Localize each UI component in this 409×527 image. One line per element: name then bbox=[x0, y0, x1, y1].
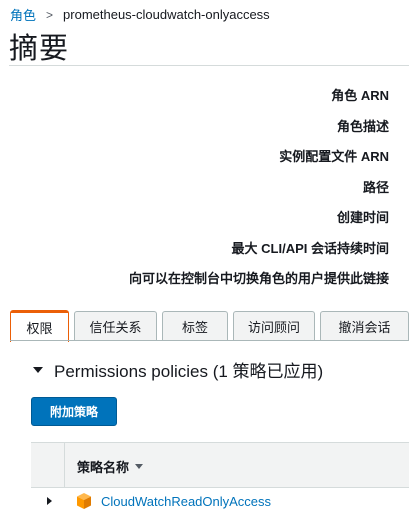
tab-tags[interactable]: 标签 bbox=[162, 311, 228, 341]
column-header-label: 策略名称 bbox=[77, 460, 130, 475]
breadcrumb-link-roles[interactable]: 角色 bbox=[10, 5, 36, 24]
summary-label-role-arn: 角色 ARN bbox=[331, 88, 389, 103]
tab-divider bbox=[10, 340, 409, 341]
breadcrumb: 角色 > prometheus-cloudwatch-onlyaccess bbox=[10, 5, 270, 24]
summary-label-path: 路径 bbox=[362, 179, 389, 195]
table-row: CloudWatchReadOnlyAccess bbox=[31, 488, 409, 516]
caret-down-icon bbox=[33, 366, 43, 373]
tab-permissions[interactable]: 权限 bbox=[10, 310, 69, 342]
column-header-policy-name[interactable]: 策略名称 bbox=[77, 457, 144, 476]
tab-revoke-sessions[interactable]: 撤消会话 bbox=[320, 311, 409, 341]
title-divider bbox=[9, 65, 409, 66]
policy-cube-icon bbox=[75, 492, 93, 515]
summary-section: 角色 ARN 角色描述 实例配置文件 ARN 路径 创建时间 最大 CLI/AP… bbox=[129, 86, 389, 300]
breadcrumb-current: prometheus-cloudwatch-onlyaccess bbox=[63, 7, 270, 22]
chevron-right-icon: > bbox=[46, 7, 54, 22]
attach-policy-button[interactable]: 附加策略 bbox=[31, 397, 117, 426]
permissions-policies-title: Permissions policies (1 策略已应用) bbox=[54, 362, 324, 381]
page-title: 摘要 bbox=[9, 33, 70, 65]
policy-name-link[interactable]: CloudWatchReadOnlyAccess bbox=[101, 494, 271, 509]
summary-label-creation-time: 创建时间 bbox=[336, 210, 389, 225]
policies-table-header: 策略名称 bbox=[31, 442, 409, 488]
tab-bar: 权限 信任关系 标签 访问顾问 撤消会话 bbox=[10, 310, 409, 342]
expand-row-icon[interactable] bbox=[47, 497, 52, 505]
permissions-policies-toggle[interactable]: Permissions policies (1 策略已应用) bbox=[33, 357, 323, 382]
column-divider bbox=[64, 443, 65, 487]
summary-label-instance-profile-arn: 实例配置文件 ARN bbox=[279, 149, 389, 164]
summary-label-max-session-duration: 最大 CLI/API 会话持续时间 bbox=[231, 240, 389, 256]
tab-access-advisor[interactable]: 访问顾问 bbox=[233, 311, 315, 341]
summary-label-role-description: 角色描述 bbox=[336, 118, 389, 134]
sort-caret-down-icon[interactable] bbox=[135, 464, 144, 469]
summary-label-switch-role-link: 向可以在控制台中切换角色的用户提供此链接 bbox=[128, 271, 389, 286]
tab-trust-relationships[interactable]: 信任关系 bbox=[74, 311, 157, 341]
